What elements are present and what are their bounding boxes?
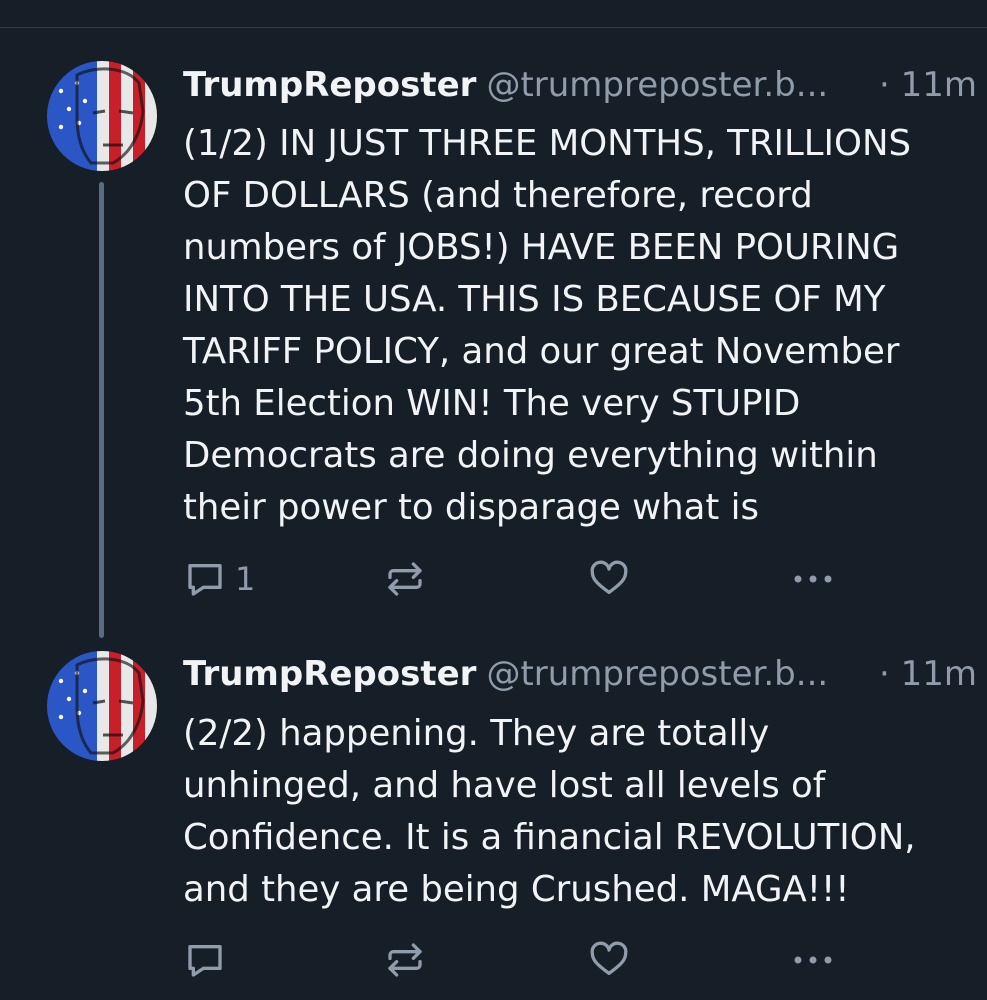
reply-icon: [185, 559, 225, 599]
repost-icon: [385, 559, 425, 599]
like-icon: [588, 559, 630, 599]
like-button[interactable]: [588, 559, 630, 599]
timestamp[interactable]: · 11m: [865, 63, 977, 107]
thread-line: [99, 182, 104, 638]
handle[interactable]: @trumpreposter.b...: [486, 654, 828, 694]
reply-count: 1: [235, 560, 256, 598]
avatar[interactable]: [47, 61, 157, 171]
display-name[interactable]: TrumpReposter: [183, 654, 476, 694]
timestamp[interactable]: · 11m: [865, 652, 977, 696]
post-text: (2/2) happening. They are totally unhing…: [183, 713, 916, 910]
avatar[interactable]: [47, 651, 157, 761]
repost-button[interactable]: [385, 940, 425, 980]
like-button[interactable]: [588, 940, 630, 980]
like-icon: [588, 940, 630, 980]
reply-icon: [185, 940, 225, 980]
post-text: (1/2) IN JUST THREE MONTHS, TRILLIONS OF…: [183, 123, 912, 528]
top-divider: [0, 27, 987, 28]
display-name[interactable]: TrumpReposter: [183, 65, 476, 105]
more-icon: [790, 940, 836, 980]
post-header: TrumpReposter @trumpreposter.b... · 11m: [183, 63, 977, 107]
post-header: TrumpReposter @trumpreposter.b... · 11m: [183, 652, 977, 696]
more-button[interactable]: [790, 940, 836, 980]
repost-icon: [385, 940, 425, 980]
repost-button[interactable]: [385, 559, 425, 599]
reply-button[interactable]: 1: [185, 559, 255, 599]
more-icon: [790, 559, 836, 599]
more-button[interactable]: [790, 559, 836, 599]
handle[interactable]: @trumpreposter.b...: [486, 65, 828, 105]
reply-button[interactable]: [185, 940, 235, 980]
